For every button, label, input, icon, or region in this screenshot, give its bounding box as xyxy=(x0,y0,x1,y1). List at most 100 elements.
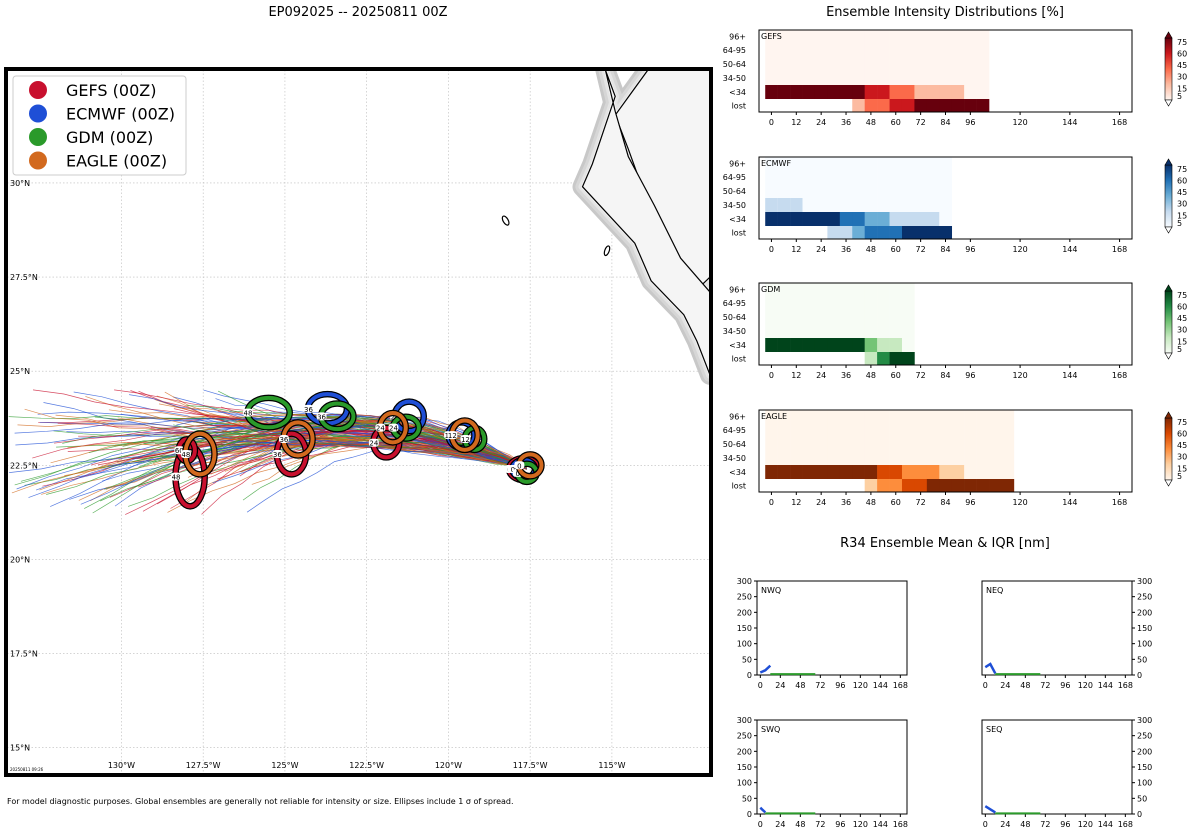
heatmap-x-tick: 12 xyxy=(791,245,801,254)
heatmap-cell xyxy=(1001,437,1015,451)
heatmap-cell xyxy=(877,437,890,451)
heatmap-x-tick: 120 xyxy=(1012,118,1027,127)
colorbar-tick: 30 xyxy=(1177,200,1187,209)
colorbar-tick: 60 xyxy=(1177,430,1187,439)
heatmap-y-tick: 34-50 xyxy=(723,74,746,83)
r34-x-tick: 144 xyxy=(1098,681,1113,690)
legend-label: ECMWF (00Z) xyxy=(66,105,175,124)
heatmap-cell xyxy=(802,184,816,198)
heatmap-x-tick: 84 xyxy=(940,371,950,380)
heatmap-cell xyxy=(852,184,865,198)
r34-x-tick: 72 xyxy=(1040,681,1050,690)
heatmap-x-tick: 0 xyxy=(769,118,774,127)
heatmap-cell xyxy=(889,226,903,239)
heatmap-cell xyxy=(864,212,878,226)
heatmap-cell xyxy=(790,30,803,43)
ellipse-label: 48 xyxy=(244,410,253,418)
heatmap-y-tick: 50-64 xyxy=(723,440,746,449)
heatmap-cell xyxy=(839,338,853,352)
heatmap-panel-label: GEFS xyxy=(761,32,782,41)
heatmap-gdm: GDM lost <34 34-50 50-64 64-95 96+ 0 12 24 36 48 60 7… xyxy=(723,282,1187,380)
heatmap-cell xyxy=(777,338,791,352)
heatmap-cell xyxy=(877,310,890,324)
heatmap-cell xyxy=(889,30,903,43)
heatmap-cell xyxy=(790,212,803,226)
heatmap-cell xyxy=(790,338,803,352)
heatmap-panel-label: EAGLE xyxy=(761,412,787,421)
heatmap-cell xyxy=(901,324,915,338)
heatmap-cell xyxy=(777,423,791,437)
heatmap-cell xyxy=(827,296,841,310)
heatmap-y-tick: 96+ xyxy=(729,413,746,422)
heatmap-x-tick: 36 xyxy=(841,118,851,127)
colorbar-min-arrow xyxy=(1164,99,1173,107)
heatmap-cell xyxy=(914,157,928,170)
heatmap-cell xyxy=(889,99,903,112)
heatmap-cell xyxy=(889,283,903,296)
heatmap-cell xyxy=(814,198,828,212)
heatmap-cell xyxy=(839,423,853,437)
heatmap-cell xyxy=(839,310,853,324)
heatmap-x-tick: 72 xyxy=(916,498,926,507)
heatmap-cell xyxy=(914,198,928,212)
heatmap-cell xyxy=(765,437,778,451)
r34-panel-label: SEQ xyxy=(986,725,1002,734)
heatmap-cell xyxy=(852,410,865,423)
heatmap-cell xyxy=(864,437,878,451)
heatmap-cell xyxy=(864,57,878,71)
heatmap-cell xyxy=(802,85,816,99)
r34-x-tick: 72 xyxy=(815,681,825,690)
heatmap-cell xyxy=(827,352,841,365)
legend-marker-eagle xyxy=(29,151,47,170)
heatmap-cell xyxy=(877,352,890,365)
heatmap-y-tick: lost xyxy=(732,229,746,238)
heatmap-cell xyxy=(889,479,903,492)
heatmap-cell xyxy=(814,184,828,198)
heatmap-cell xyxy=(802,296,816,310)
heatmap-cell xyxy=(802,198,816,212)
heatmap-cell xyxy=(889,310,903,324)
heatmap-cell xyxy=(777,296,791,310)
heatmap-cell xyxy=(814,465,828,479)
map-lon-tick: 120°W xyxy=(435,761,462,770)
heatmap-cell xyxy=(877,338,890,352)
heatmap-cell xyxy=(939,226,953,239)
heatmap-cell xyxy=(827,198,841,212)
heatmap-cell xyxy=(914,479,928,492)
heatmap-cell xyxy=(765,338,778,352)
heatmap-cell xyxy=(864,324,878,338)
heatmap-cell xyxy=(901,437,915,451)
legend-label: GEFS (00Z) xyxy=(66,81,156,100)
heatmap-cell xyxy=(839,410,853,423)
r34-y-tick: 150 xyxy=(737,763,752,772)
heatmap-cell xyxy=(976,479,990,492)
legend-marker-ecmwf xyxy=(29,104,47,123)
r34-x-tick: 96 xyxy=(835,681,845,690)
heatmap-cell xyxy=(877,451,890,465)
heatmap-cell xyxy=(802,57,816,71)
r34-x-tick: 96 xyxy=(1060,681,1070,690)
r34-x-tick: 96 xyxy=(835,820,845,829)
heatmap-cell xyxy=(839,71,853,85)
heatmap-x-tick: 144 xyxy=(1062,118,1077,127)
ellipse-label: 48 xyxy=(181,451,190,459)
heatmap-cell xyxy=(939,198,953,212)
heatmap-x-tick: 0 xyxy=(769,245,774,254)
heatmap-cell xyxy=(951,410,965,423)
heatmap-cell xyxy=(802,310,816,324)
r34-y-tick: 200 xyxy=(1137,608,1152,617)
heatmap-cell xyxy=(901,43,915,57)
heatmap-cell xyxy=(765,71,778,85)
heatmap-cell xyxy=(814,437,828,451)
heatmap-cell xyxy=(889,184,903,198)
map-lon-tick: 125°W xyxy=(271,761,298,770)
heatmap-cell xyxy=(864,338,878,352)
heatmap-cell xyxy=(901,170,915,184)
heatmap-cell xyxy=(914,212,928,226)
heatmap-cell xyxy=(926,479,940,492)
heatmap-cell xyxy=(901,57,915,71)
heatmap-cell xyxy=(802,479,816,492)
heatmap-cell xyxy=(765,296,778,310)
heatmap-cell xyxy=(1001,410,1015,423)
legend-label: EAGLE (00Z) xyxy=(66,152,167,171)
